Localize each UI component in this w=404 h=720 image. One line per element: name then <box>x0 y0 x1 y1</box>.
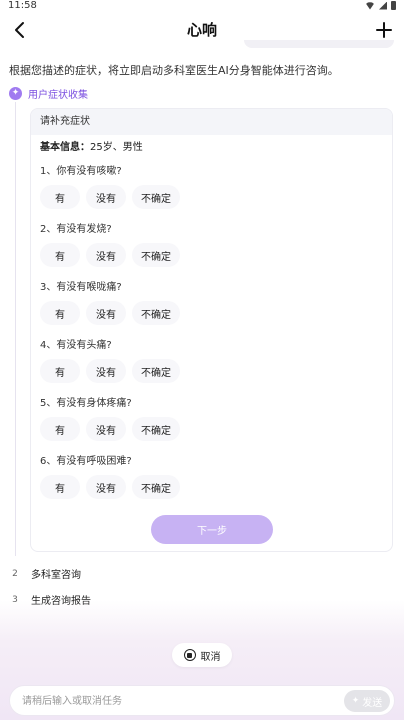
symptom-card: 请补充症状 基本信息：25岁、男性 1、你有没有咳嗽? 有 没有 不确定 2、有… <box>30 108 393 552</box>
option-yes[interactable]: 有 <box>40 243 80 267</box>
option-yes[interactable]: 有 <box>40 359 80 383</box>
step-1-head: ✦ 用户症状收集 <box>9 86 88 101</box>
option-yes[interactable]: 有 <box>40 185 80 209</box>
sparkle-icon: ✦ <box>351 696 360 706</box>
card-header: 请补充症状 <box>31 109 392 135</box>
sparkle-icon: ✦ <box>9 87 22 100</box>
question-2-options: 有 没有 不确定 <box>40 243 180 267</box>
plus-icon[interactable] <box>374 20 394 40</box>
previous-message-edge <box>244 40 394 48</box>
status-icons <box>365 1 396 10</box>
message-input-bar: ✦ 发送 <box>9 685 395 716</box>
cancel-label: 取消 <box>200 651 221 663</box>
send-button[interactable]: ✦ 发送 <box>344 690 390 712</box>
option-yes[interactable]: 有 <box>40 417 80 441</box>
page-title: 心响 <box>186 21 217 39</box>
step-2-label: 多科室咨询 <box>31 570 81 581</box>
question-3-options: 有 没有 不确定 <box>40 301 180 325</box>
send-label: 发送 <box>362 697 383 709</box>
option-unsure[interactable]: 不确定 <box>132 475 180 499</box>
option-unsure[interactable]: 不确定 <box>132 243 180 267</box>
option-no[interactable]: 没有 <box>86 243 126 267</box>
question-4: 4、有没有头痛? <box>40 340 112 351</box>
next-step-button[interactable]: 下一步 <box>151 515 273 544</box>
basic-info-value: 25岁、男性 <box>90 142 143 153</box>
option-yes[interactable]: 有 <box>40 301 80 325</box>
status-time: 11:58 <box>8 0 37 11</box>
option-unsure[interactable]: 不确定 <box>132 185 180 209</box>
question-3: 3、有没有喉咙痛? <box>40 282 122 293</box>
option-no[interactable]: 没有 <box>86 475 126 499</box>
step-2: 2 多科室咨询 <box>9 566 81 582</box>
step-1-label: 用户症状收集 <box>28 90 88 101</box>
signal-icon <box>379 1 387 10</box>
message-input[interactable] <box>22 692 322 710</box>
option-unsure[interactable]: 不确定 <box>132 301 180 325</box>
step-connector <box>15 102 16 556</box>
option-yes[interactable]: 有 <box>40 475 80 499</box>
option-unsure[interactable]: 不确定 <box>132 359 180 383</box>
question-4-options: 有 没有 不确定 <box>40 359 180 383</box>
option-no[interactable]: 没有 <box>86 359 126 383</box>
basic-info: 基本信息：25岁、男性 <box>40 141 143 155</box>
question-5: 5、有没有身体疼痛? <box>40 398 132 409</box>
battery-icon <box>391 1 396 10</box>
status-bar: 11:58 <box>0 0 404 12</box>
basic-info-label: 基本信息： <box>40 142 90 153</box>
question-2: 2、有没有发烧? <box>40 224 112 235</box>
intro-text: 根据您描述的症状，将立即启动多科室医生AI分身智能体进行咨询。 <box>9 64 339 77</box>
wifi-icon <box>365 2 375 10</box>
cancel-button[interactable]: 取消 <box>172 643 232 667</box>
option-unsure[interactable]: 不确定 <box>132 417 180 441</box>
stop-icon <box>183 649 196 661</box>
option-no[interactable]: 没有 <box>86 417 126 441</box>
option-no[interactable]: 没有 <box>86 185 126 209</box>
question-1: 1、你有没有咳嗽? <box>40 166 122 177</box>
step-2-number: 2 <box>12 568 18 579</box>
question-1-options: 有 没有 不确定 <box>40 185 180 209</box>
question-6-options: 有 没有 不确定 <box>40 475 180 499</box>
question-5-options: 有 没有 不确定 <box>40 417 180 441</box>
question-6: 6、有没有呼吸困难? <box>40 456 132 467</box>
option-no[interactable]: 没有 <box>86 301 126 325</box>
